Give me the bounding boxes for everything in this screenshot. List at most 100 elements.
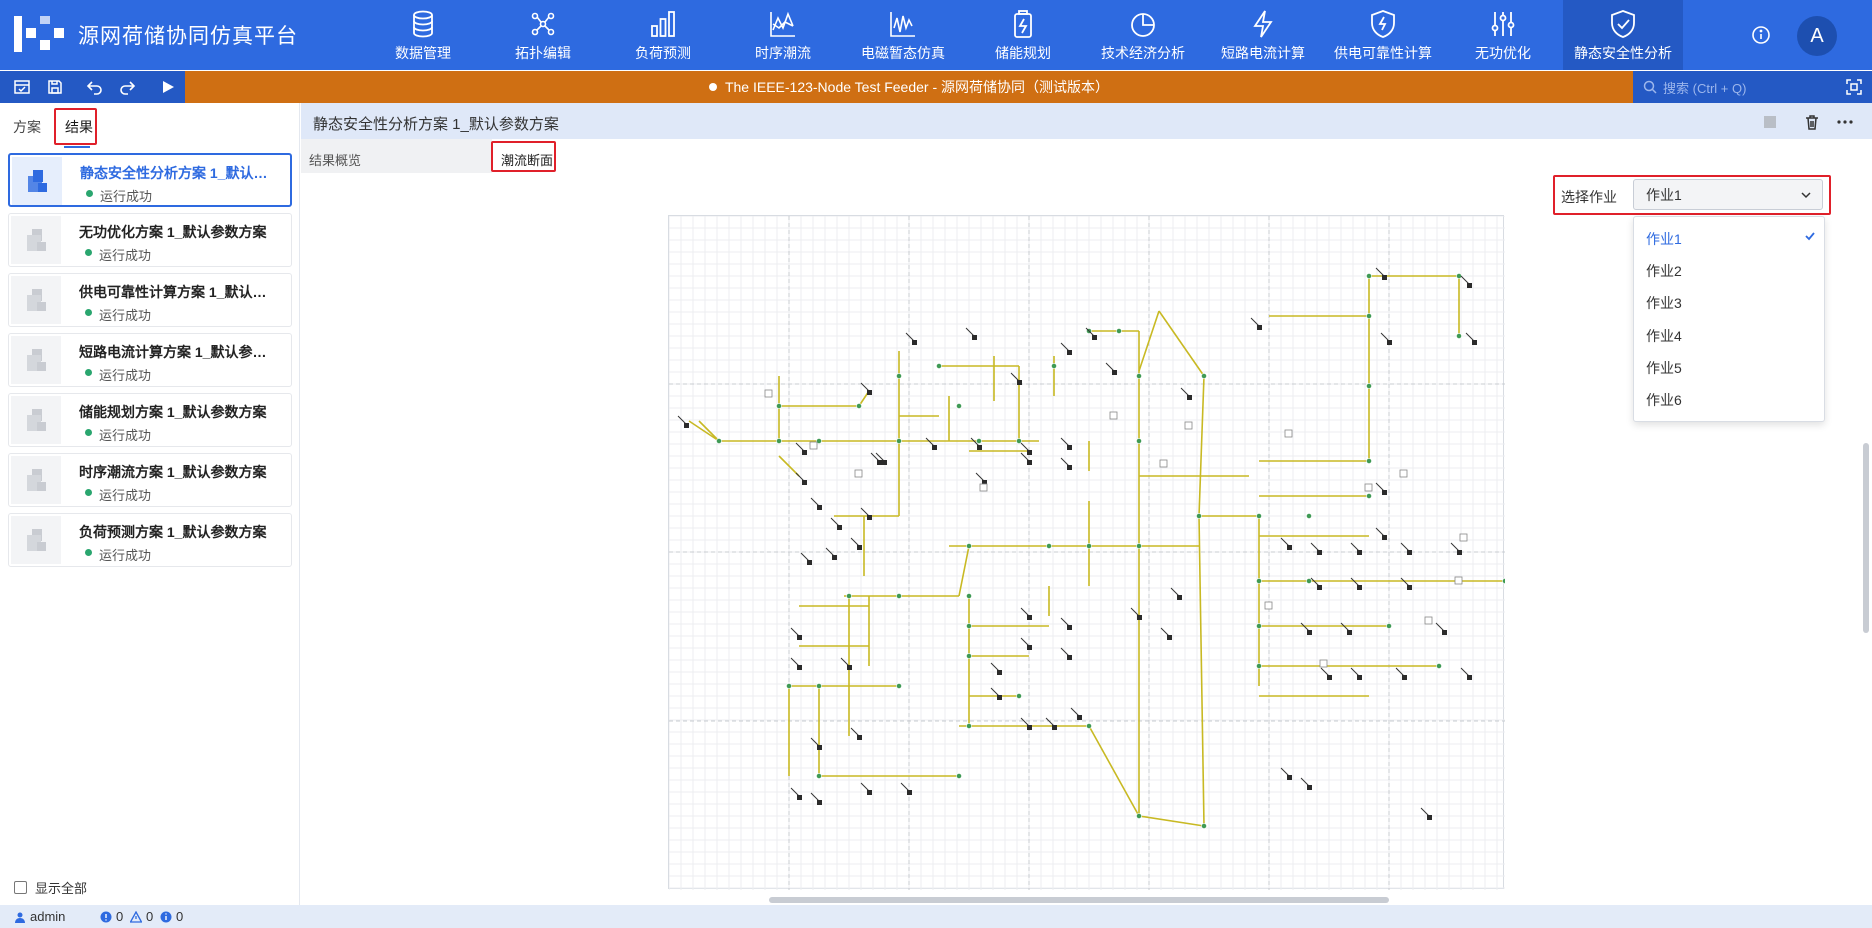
document-stack-icon bbox=[27, 469, 46, 491]
show-all-label: 显示全部 bbox=[35, 881, 88, 896]
warning-count[interactable]: 0 bbox=[130, 909, 153, 924]
nav-label: 无功优化 bbox=[1475, 45, 1531, 61]
scheme-card[interactable]: 供电可靠性计算方案 1_默认参数方案 运行成功 bbox=[8, 273, 292, 327]
job-option[interactable]: 作业3 bbox=[1646, 293, 1682, 313]
topology-canvas[interactable] bbox=[668, 215, 1508, 890]
load-connector bbox=[1350, 542, 1360, 552]
search-input[interactable]: 搜索 (Ctrl + Q) bbox=[1633, 71, 1833, 103]
load-connector bbox=[900, 782, 910, 792]
scheme-card[interactable]: 储能规划方案 1_默认参数方案 运行成功 bbox=[8, 393, 292, 447]
load-connector bbox=[800, 552, 810, 562]
load-symbol bbox=[1382, 275, 1387, 280]
bar-chart-icon bbox=[651, 11, 675, 37]
load-symbol bbox=[1027, 450, 1032, 455]
document-stack-icon bbox=[27, 289, 46, 311]
status-dot-icon bbox=[85, 369, 92, 376]
bus-node bbox=[966, 623, 972, 629]
fullscreen-icon[interactable] bbox=[1845, 78, 1863, 96]
bus-node bbox=[1456, 333, 1462, 339]
tab-result-overview[interactable]: 结果概览 bbox=[309, 150, 361, 169]
nav-time-series-flow[interactable]: 时序潮流 bbox=[723, 0, 843, 70]
play-icon bbox=[163, 81, 174, 93]
load-symbol bbox=[1027, 615, 1032, 620]
nav-short-circuit[interactable]: 短路电流计算 bbox=[1203, 0, 1323, 70]
bus-node bbox=[856, 403, 862, 409]
scheme-card[interactable]: 静态安全性分析方案 1_默认参数方案 运行成功 bbox=[8, 153, 292, 207]
job-option[interactable]: 作业4 bbox=[1646, 326, 1682, 346]
nav-load-forecast[interactable]: 负荷预测 bbox=[603, 0, 723, 70]
tab-scheme[interactable]: 方案 bbox=[13, 117, 41, 137]
save-button[interactable] bbox=[45, 77, 65, 97]
status-dot-icon bbox=[85, 549, 92, 556]
scheme-status: 运行成功 bbox=[99, 308, 152, 323]
load-symbol bbox=[1387, 340, 1392, 345]
bus-node bbox=[976, 438, 982, 444]
nav-reliability[interactable]: 供电可靠性计算 bbox=[1323, 0, 1443, 70]
job-option[interactable]: 作业1 bbox=[1646, 229, 1682, 249]
load-symbol bbox=[1357, 675, 1362, 680]
redo-button[interactable] bbox=[117, 77, 137, 97]
load-connector bbox=[1280, 767, 1290, 777]
timeseries-icon bbox=[770, 11, 795, 37]
info-icon[interactable] bbox=[1750, 24, 1772, 46]
user-avatar[interactable]: A bbox=[1797, 16, 1837, 56]
bus-node bbox=[1086, 723, 1092, 729]
load-connector bbox=[850, 537, 860, 547]
load-symbol bbox=[817, 745, 822, 750]
nav-em-transient[interactable]: 电磁暂态仿真 bbox=[843, 0, 963, 70]
scheme-card[interactable]: 时序潮流方案 1_默认参数方案 运行成功 bbox=[8, 453, 292, 507]
scheme-card[interactable]: 无功优化方案 1_默认参数方案 运行成功 bbox=[8, 213, 292, 267]
scheme-thumb bbox=[11, 456, 61, 504]
bus-node bbox=[1256, 578, 1262, 584]
load-symbol bbox=[1077, 715, 1082, 720]
nav-static-security[interactable]: 静态安全性分析 bbox=[1563, 0, 1683, 70]
sliders-icon bbox=[1491, 12, 1515, 36]
bus-node bbox=[1306, 578, 1312, 584]
load-connector bbox=[965, 327, 975, 337]
load-symbol bbox=[997, 670, 1002, 675]
bus-node bbox=[1201, 823, 1207, 829]
load-symbol bbox=[817, 505, 822, 510]
more-icon[interactable] bbox=[1836, 113, 1854, 131]
undo-button[interactable] bbox=[85, 77, 105, 97]
job-option[interactable]: 作业2 bbox=[1646, 261, 1682, 281]
nav-topology-edit[interactable]: 拓扑编辑 bbox=[483, 0, 603, 70]
delete-icon[interactable] bbox=[1803, 113, 1821, 131]
info-circle-icon bbox=[160, 911, 172, 922]
waveform-icon bbox=[890, 12, 915, 37]
load-symbol bbox=[1052, 725, 1057, 730]
scheme-card[interactable]: 短路电流计算方案 1_默认参数方案 运行成功 bbox=[8, 333, 292, 387]
scheme-status: 运行成功 bbox=[99, 488, 152, 503]
scheme-card[interactable]: 负荷预测方案 1_默认参数方案 运行成功 bbox=[8, 513, 292, 567]
load-symbol bbox=[977, 445, 982, 450]
nav-label: 储能规划 bbox=[995, 45, 1051, 61]
load-connector bbox=[1250, 317, 1260, 327]
nav-storage-planning[interactable]: 储能规划 bbox=[963, 0, 1083, 70]
network-diagram[interactable] bbox=[668, 215, 1508, 890]
load-symbol bbox=[1257, 325, 1262, 330]
nav-data-management[interactable]: 数据管理 bbox=[363, 0, 483, 70]
show-all-checkbox[interactable]: 显示全部 bbox=[14, 878, 87, 897]
run-button[interactable] bbox=[158, 77, 178, 97]
job-option[interactable]: 作业6 bbox=[1646, 390, 1682, 410]
nav-tech-econ[interactable]: 技术经济分析 bbox=[1083, 0, 1203, 70]
scheme-title: 时序潮流方案 1_默认参数方案 bbox=[79, 464, 267, 480]
load-symbol bbox=[1287, 545, 1292, 550]
info-count[interactable]: 0 bbox=[160, 909, 183, 924]
nav-label: 电磁暂态仿真 bbox=[861, 45, 945, 61]
load-symbol bbox=[1327, 675, 1332, 680]
error-count[interactable]: 0 bbox=[100, 909, 123, 924]
battery-icon bbox=[1014, 10, 1032, 38]
load-symbol bbox=[1442, 630, 1447, 635]
load-symbol bbox=[912, 340, 917, 345]
stop-icon[interactable] bbox=[1761, 113, 1779, 131]
bus-node bbox=[966, 593, 972, 599]
vertical-scrollbar[interactable] bbox=[1863, 443, 1869, 633]
layout-button[interactable] bbox=[12, 77, 32, 97]
load-connector bbox=[810, 497, 820, 507]
load-symbol bbox=[972, 335, 977, 340]
nav-reactive-opt[interactable]: 无功优化 bbox=[1443, 0, 1563, 70]
transformer-symbol bbox=[854, 469, 863, 478]
horizontal-scrollbar[interactable] bbox=[769, 897, 1389, 903]
job-option[interactable]: 作业5 bbox=[1646, 358, 1682, 378]
